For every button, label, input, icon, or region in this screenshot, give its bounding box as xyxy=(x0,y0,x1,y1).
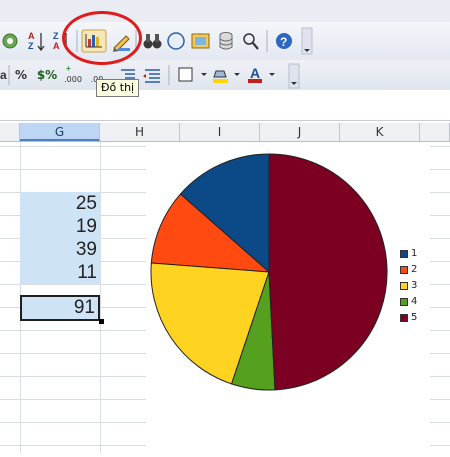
find-replace-icon[interactable] xyxy=(143,34,162,49)
legend-label-1: 1 xyxy=(411,248,418,259)
cell-g4[interactable]: 11 xyxy=(20,261,100,284)
legend-swatch-3 xyxy=(400,282,408,290)
column-header-h[interactable]: H xyxy=(100,123,180,141)
add-decimal-plus-icon: + xyxy=(66,64,71,73)
gallery-icon[interactable] xyxy=(2,33,18,49)
column-headers: G H I J K xyxy=(0,123,450,142)
legend-swatch-4 xyxy=(400,298,408,306)
toolbar-overflow-icon[interactable] xyxy=(301,27,313,55)
svg-text:A: A xyxy=(53,41,60,51)
help-icon[interactable]: ? xyxy=(276,33,292,49)
formatting-toolbar-icons-right: + A xyxy=(66,63,300,89)
legend-item-5: 5 xyxy=(400,312,430,330)
decrease-indent-icon[interactable] xyxy=(143,69,160,83)
column-header-j[interactable]: J xyxy=(260,123,340,141)
legend-swatch-1 xyxy=(400,250,408,258)
chart-tooltip: Đồ thị xyxy=(96,79,140,97)
cell-g1[interactable]: 25 xyxy=(20,192,100,215)
borders-icon[interactable] xyxy=(178,67,207,82)
cell-g2[interactable]: 19 xyxy=(20,215,100,238)
font-color-icon[interactable]: A xyxy=(248,65,275,83)
legend-label-2: 2 xyxy=(411,264,418,275)
legend-label-5: 5 xyxy=(411,312,418,323)
data-sources-icon[interactable] xyxy=(219,32,233,50)
window-top-strip xyxy=(0,0,450,23)
pie-chart-area[interactable] xyxy=(146,142,430,453)
pie-chart xyxy=(150,153,388,391)
svg-text:A: A xyxy=(250,65,260,81)
cell-g3[interactable]: 39 xyxy=(20,238,100,261)
legend-swatch-5 xyxy=(400,314,408,322)
column-header-i[interactable]: I xyxy=(180,123,260,141)
formatting-toolbar: a % $% .000 .00 + A xyxy=(0,60,450,91)
sort-ascending-icon[interactable]: A Z xyxy=(28,31,45,52)
gallery-frame-icon[interactable] xyxy=(191,33,210,49)
column-header-g[interactable]: G xyxy=(20,123,100,141)
svg-text:A: A xyxy=(28,31,35,41)
formula-bar[interactable] xyxy=(0,90,450,121)
chart-legend: 1 2 3 4 5 xyxy=(400,248,430,330)
navigator-icon[interactable] xyxy=(167,32,185,50)
svg-text:Z: Z xyxy=(53,31,59,41)
column-header-corner[interactable] xyxy=(0,123,20,141)
svg-text:Z: Z xyxy=(28,41,34,51)
column-header-k[interactable]: K xyxy=(340,123,420,141)
legend-label-4: 4 xyxy=(411,296,418,307)
highlight-circle xyxy=(62,11,142,65)
legend-label-3: 3 xyxy=(411,280,418,291)
column-header-l[interactable] xyxy=(420,123,450,141)
svg-text:+: + xyxy=(66,64,71,73)
fill-handle[interactable] xyxy=(99,319,104,324)
zoom-icon[interactable] xyxy=(243,33,259,50)
background-color-icon[interactable] xyxy=(213,70,240,83)
grid-col-line xyxy=(100,142,101,453)
legend-swatch-2 xyxy=(400,266,408,274)
toolbar-overflow-icon-2[interactable] xyxy=(288,63,300,89)
pie-slice-5[interactable] xyxy=(268,153,388,391)
cell-g5-active[interactable]: 91 xyxy=(20,295,100,321)
svg-text:?: ? xyxy=(280,35,287,49)
